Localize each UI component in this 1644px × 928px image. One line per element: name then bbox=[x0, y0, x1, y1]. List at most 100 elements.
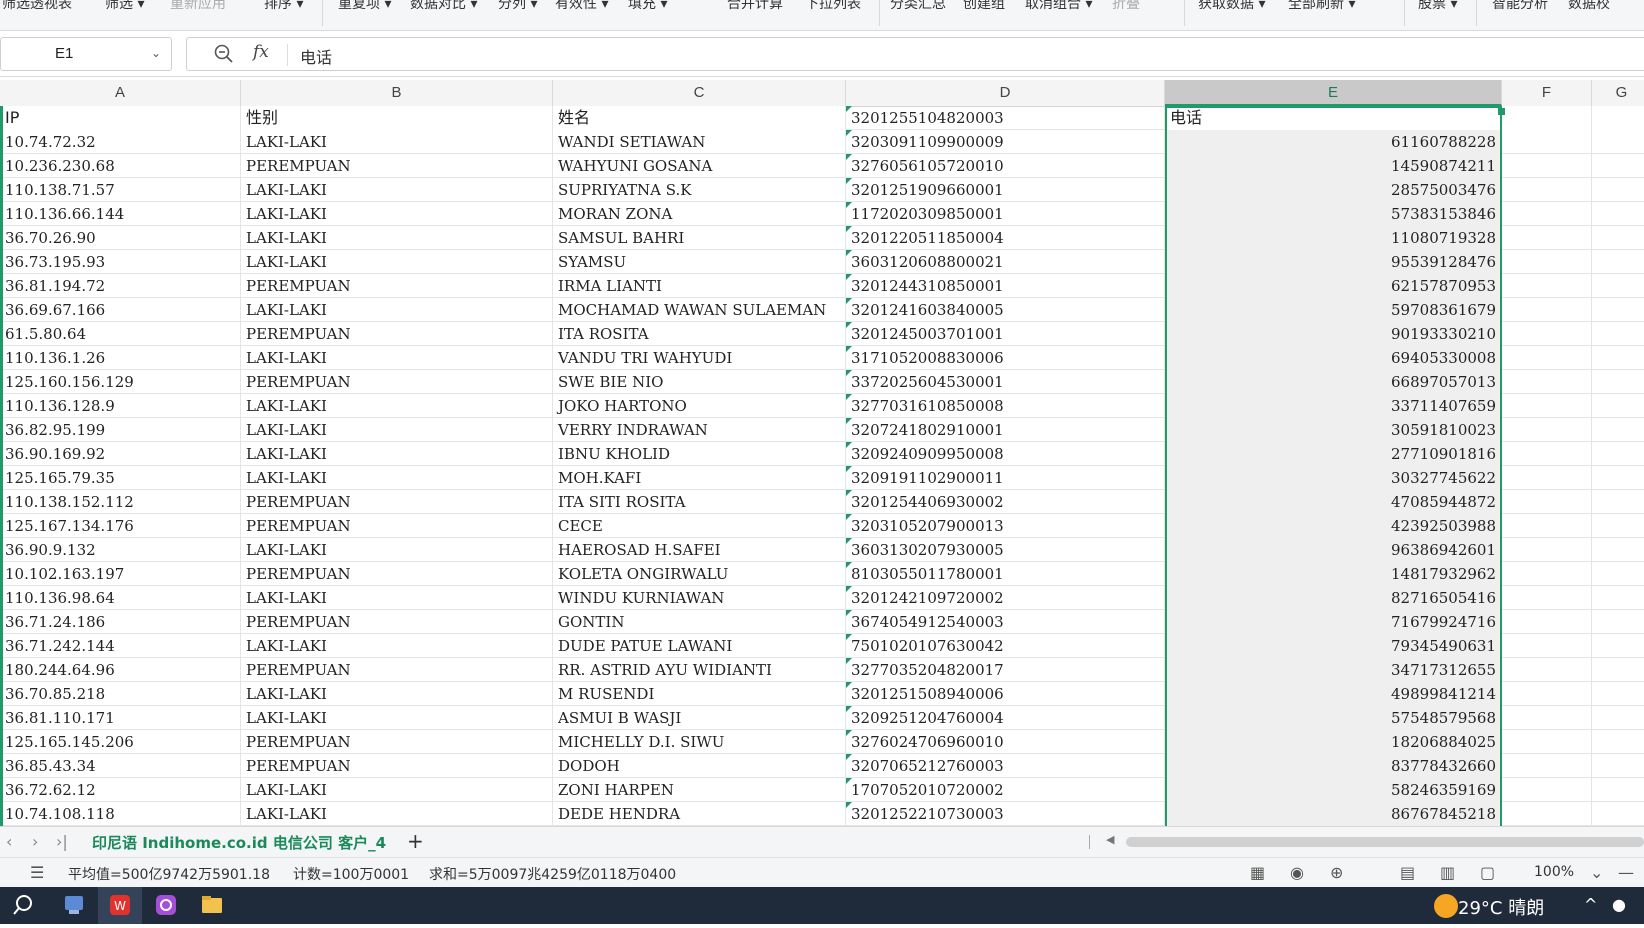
cell-d[interactable]: 1707052010720002 bbox=[846, 778, 1165, 802]
cell-b[interactable]: LAKI-LAKI bbox=[241, 586, 553, 610]
cell-c[interactable]: SUPRIYATNA S.K bbox=[553, 178, 846, 202]
cell-c[interactable]: MOCHAMAD WAWAN SULAEMAN bbox=[553, 298, 846, 322]
cell-c[interactable]: VANDU TRI WAHYUDI bbox=[553, 346, 846, 370]
cell-b[interactable]: LAKI-LAKI bbox=[241, 634, 553, 658]
cell-a[interactable]: 125.167.134.176 bbox=[0, 514, 241, 538]
cell-e[interactable]: 79345490631 bbox=[1165, 634, 1502, 658]
ribbon-item[interactable]: 数据对比 ▾ bbox=[410, 0, 477, 14]
cell-d[interactable]: 3276056105720010 bbox=[846, 154, 1165, 178]
ribbon-item[interactable]: 筛选透视表 bbox=[2, 0, 72, 14]
cell-e[interactable]: 69405330008 bbox=[1165, 346, 1502, 370]
cell-c[interactable]: WAHYUNI GOSANA bbox=[553, 154, 846, 178]
cell-c[interactable]: MOH.KAFI bbox=[553, 466, 846, 490]
ribbon-item[interactable]: 合并计算 bbox=[727, 0, 783, 14]
cell-a[interactable]: IP bbox=[0, 106, 241, 130]
sheet-tab-active[interactable]: 印尼语 Indihome.co.id 电信公司 客户_4 bbox=[92, 832, 386, 853]
cell-g[interactable] bbox=[1592, 226, 1644, 250]
column-header-e[interactable]: E bbox=[1165, 80, 1502, 106]
eye-protection-icon[interactable]: ◉ bbox=[1290, 863, 1304, 882]
cell-b[interactable]: LAKI-LAKI bbox=[241, 538, 553, 562]
ribbon-item[interactable]: 筛选 ▾ bbox=[105, 0, 144, 14]
cell-g[interactable] bbox=[1592, 754, 1644, 778]
cell-d[interactable]: 3201254406930002 bbox=[846, 490, 1165, 514]
cell-d[interactable]: 8103055011780001 bbox=[846, 562, 1165, 586]
cell-f[interactable] bbox=[1502, 514, 1592, 538]
cell-a[interactable]: 10.74.108.118 bbox=[0, 802, 241, 826]
cell-d[interactable]: 1172020309850001 bbox=[846, 202, 1165, 226]
cell-g[interactable] bbox=[1592, 586, 1644, 610]
cell-a[interactable]: 36.90.9.132 bbox=[0, 538, 241, 562]
cell-e[interactable]: 14817932962 bbox=[1165, 562, 1502, 586]
cell-b[interactable]: LAKI-LAKI bbox=[241, 130, 553, 154]
status-average[interactable]: 平均值=500亿9742万5901.18 bbox=[68, 864, 270, 884]
cell-a[interactable]: 110.136.66.144 bbox=[0, 202, 241, 226]
cell-g[interactable] bbox=[1592, 418, 1644, 442]
cell-b[interactable]: PEREMPUAN bbox=[241, 370, 553, 394]
last-sheet-icon[interactable]: ›| bbox=[56, 832, 68, 851]
cell-c[interactable]: MICHELLY D.I. SIWU bbox=[553, 730, 846, 754]
cell-g[interactable] bbox=[1592, 250, 1644, 274]
cell-g[interactable] bbox=[1592, 490, 1644, 514]
cell-g[interactable] bbox=[1592, 346, 1644, 370]
cell-f[interactable] bbox=[1502, 106, 1592, 130]
chevron-down-icon[interactable]: ⌄ bbox=[151, 46, 161, 60]
cell-e[interactable]: 71679924716 bbox=[1165, 610, 1502, 634]
cell-f[interactable] bbox=[1502, 418, 1592, 442]
horizontal-scrollbar[interactable] bbox=[1126, 837, 1644, 847]
cell-a[interactable]: 180.244.64.96 bbox=[0, 658, 241, 682]
cell-c[interactable]: SWE BIE NIO bbox=[553, 370, 846, 394]
cell-f[interactable] bbox=[1502, 706, 1592, 730]
ribbon-item[interactable]: 全部刷新 ▾ bbox=[1288, 0, 1355, 14]
cell-f[interactable] bbox=[1502, 178, 1592, 202]
cell-d[interactable]: 7501020107630042 bbox=[846, 634, 1165, 658]
cell-d[interactable]: 3603130207930005 bbox=[846, 538, 1165, 562]
cell-a[interactable]: 36.73.195.93 bbox=[0, 250, 241, 274]
cell-f[interactable] bbox=[1502, 322, 1592, 346]
cell-b[interactable]: LAKI-LAKI bbox=[241, 226, 553, 250]
cell-b[interactable]: PEREMPUAN bbox=[241, 274, 553, 298]
cell-d[interactable]: 3207241802910001 bbox=[846, 418, 1165, 442]
cell-f[interactable] bbox=[1502, 130, 1592, 154]
cell-b[interactable]: LAKI-LAKI bbox=[241, 802, 553, 826]
cell-g[interactable] bbox=[1592, 682, 1644, 706]
cell-f[interactable] bbox=[1502, 754, 1592, 778]
cell-b[interactable]: PEREMPUAN bbox=[241, 514, 553, 538]
cell-e[interactable]: 58246359169 bbox=[1165, 778, 1502, 802]
cell-g[interactable] bbox=[1592, 706, 1644, 730]
cell-b[interactable]: LAKI-LAKI bbox=[241, 466, 553, 490]
cell-e[interactable]: 86767845218 bbox=[1165, 802, 1502, 826]
cell-e[interactable]: 57548579568 bbox=[1165, 706, 1502, 730]
cell-d[interactable]: 3207065212760003 bbox=[846, 754, 1165, 778]
cell-e[interactable]: 66897057013 bbox=[1165, 370, 1502, 394]
cell-d[interactable]: 3674054912540003 bbox=[846, 610, 1165, 634]
cell-e[interactable]: 28575003476 bbox=[1165, 178, 1502, 202]
ribbon-item[interactable]: 股票 ▾ bbox=[1418, 0, 1457, 14]
cell-a[interactable]: 36.85.43.34 bbox=[0, 754, 241, 778]
cell-f[interactable] bbox=[1502, 658, 1592, 682]
cell-d[interactable]: 3372025604530001 bbox=[846, 370, 1165, 394]
status-count[interactable]: 计数=100万0001 bbox=[293, 864, 409, 884]
cell-g[interactable] bbox=[1592, 202, 1644, 226]
cell-f[interactable] bbox=[1502, 490, 1592, 514]
ribbon-item[interactable]: 下拉列表 bbox=[805, 0, 861, 14]
tray-expand-icon[interactable]: ^ bbox=[1584, 895, 1597, 914]
cell-e[interactable]: 电话 bbox=[1165, 106, 1502, 130]
cell-d[interactable]: 3276024706960010 bbox=[846, 730, 1165, 754]
cell-e[interactable]: 96386942601 bbox=[1165, 538, 1502, 562]
cell-a[interactable]: 36.72.62.12 bbox=[0, 778, 241, 802]
cell-g[interactable] bbox=[1592, 394, 1644, 418]
cell-b[interactable]: PEREMPUAN bbox=[241, 658, 553, 682]
cell-e[interactable]: 95539128476 bbox=[1165, 250, 1502, 274]
cell-f[interactable] bbox=[1502, 610, 1592, 634]
cell-a[interactable]: 36.81.194.72 bbox=[0, 274, 241, 298]
cell-g[interactable] bbox=[1592, 322, 1644, 346]
zoom-dropdown-icon[interactable]: ⌄ bbox=[1590, 863, 1603, 882]
weather-text[interactable]: 29°C 晴朗 bbox=[1458, 894, 1544, 920]
cell-f[interactable] bbox=[1502, 250, 1592, 274]
cell-f[interactable] bbox=[1502, 562, 1592, 586]
cell-b[interactable]: 性别 bbox=[241, 106, 553, 130]
cell-f[interactable] bbox=[1502, 538, 1592, 562]
cell-d[interactable]: 3201242109720002 bbox=[846, 586, 1165, 610]
cell-c[interactable]: IBNU KHOLID bbox=[553, 442, 846, 466]
cell-d[interactable]: 3603120608800021 bbox=[846, 250, 1165, 274]
